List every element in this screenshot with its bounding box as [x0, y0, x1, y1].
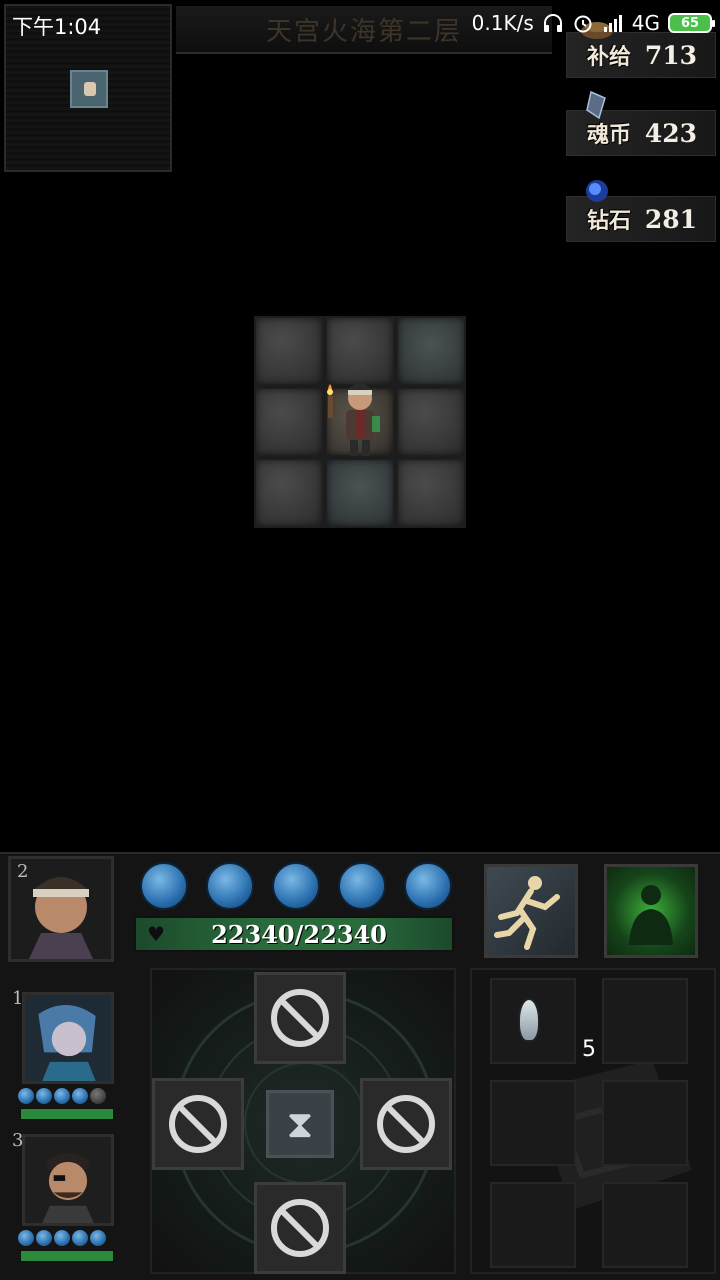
- resource-value: 281: [644, 204, 697, 234]
- energy-orb-icon: [36, 1088, 52, 1104]
- battery-icon: 65: [668, 13, 715, 33]
- flee-icon: [494, 876, 560, 950]
- minimap-current-room: [70, 70, 108, 108]
- inventory-slot[interactable]: [602, 978, 688, 1064]
- battery-level: 65: [680, 15, 700, 31]
- inventory-slot[interactable]: 5: [490, 978, 596, 1064]
- floor-tile[interactable]: [325, 458, 395, 528]
- floor-tile[interactable]: [254, 316, 324, 386]
- floor-tile[interactable]: [396, 458, 466, 528]
- party-face-icon: [25, 995, 111, 1081]
- wait-button[interactable]: ⧗: [266, 1090, 334, 1158]
- energy-orb-icon: [72, 1230, 88, 1246]
- inventory-panel: 5: [470, 968, 716, 1274]
- leader-portrait[interactable]: 2: [8, 856, 114, 962]
- floor-tile[interactable]: [254, 458, 324, 528]
- party-member-1[interactable]: 1: [8, 988, 132, 1120]
- signal-icon: [603, 15, 622, 32]
- network-type: 4G: [631, 11, 660, 35]
- inventory-slot[interactable]: [602, 1080, 688, 1166]
- pray-skill-button[interactable]: [604, 864, 698, 958]
- floor-tile[interactable]: [254, 387, 324, 457]
- energy-orbs: [140, 862, 452, 910]
- pray-icon: [629, 885, 673, 945]
- resource-label: 钻石: [587, 208, 632, 234]
- party-energy: [18, 1088, 106, 1104]
- flee-skill-button[interactable]: [484, 864, 578, 958]
- resource-diamond: 钻石 281: [566, 180, 716, 242]
- party-energy: [18, 1230, 106, 1246]
- status-time: 下午1:04: [12, 15, 102, 39]
- blocked-icon: [169, 1095, 227, 1153]
- party-hp-bar: [20, 1250, 114, 1262]
- floor-tile[interactable]: [396, 316, 466, 386]
- move-down-button[interactable]: [254, 1182, 346, 1274]
- heart-icon: ♥: [147, 922, 165, 946]
- alarm-icon: [574, 15, 592, 33]
- energy-orb-icon: [140, 862, 188, 910]
- status-indicators: 0.1K/s 4G 65: [471, 11, 715, 35]
- energy-orb-icon: [404, 862, 452, 910]
- blocked-icon: [377, 1095, 435, 1153]
- party-portrait[interactable]: [22, 992, 114, 1084]
- move-up-button[interactable]: [254, 972, 346, 1064]
- energy-orb-icon: [18, 1088, 34, 1104]
- diamond-icon: [586, 180, 608, 202]
- blocked-icon: [271, 1199, 329, 1257]
- leader-slot-number: 2: [17, 861, 29, 882]
- move-right-button[interactable]: [360, 1078, 452, 1170]
- item-count: 5: [582, 1037, 596, 1062]
- inventory-slot[interactable]: [602, 1182, 688, 1268]
- potion-bottle-icon: [518, 998, 540, 1042]
- minimap-hero-icon: [84, 82, 96, 96]
- hourglass-icon: ⧗: [286, 1101, 314, 1146]
- resource-soul-coin: 魂币 423: [566, 90, 716, 156]
- net-speed: 0.1K/s: [471, 11, 534, 35]
- soul-coin-icon: [586, 90, 606, 120]
- party-member-3[interactable]: 3: [8, 1130, 132, 1262]
- party-face-icon: [25, 1137, 111, 1223]
- resource-value: 423: [644, 118, 697, 148]
- blocked-icon: [271, 989, 329, 1047]
- floor-tile[interactable]: [396, 387, 466, 457]
- energy-orb-icon: [206, 862, 254, 910]
- headphones-icon: [543, 14, 562, 32]
- hero-sprite: [327, 383, 380, 456]
- inventory-slot[interactable]: [490, 1080, 576, 1166]
- leader-hp-text: 22340/22340: [211, 919, 387, 949]
- energy-orb-icon: [54, 1088, 70, 1104]
- leader-hp-bar: ♥ 22340/22340: [134, 916, 454, 952]
- energy-orb-icon: [338, 862, 386, 910]
- party-portrait[interactable]: [22, 1134, 114, 1226]
- move-left-button[interactable]: [152, 1078, 244, 1170]
- energy-orb-icon: [54, 1230, 70, 1246]
- inventory-slot[interactable]: [490, 1182, 576, 1268]
- energy-orb-icon: [72, 1088, 88, 1104]
- energy-orb-icon: [36, 1230, 52, 1246]
- energy-orb-icon: [18, 1230, 34, 1246]
- energy-orb-icon: [90, 1230, 106, 1246]
- party-hp-bar: [20, 1108, 114, 1120]
- energy-orb-icon: [272, 862, 320, 910]
- energy-orb-icon: [90, 1088, 106, 1104]
- status-bar: 下午1:04 0.1K/s 4G 65: [0, 0, 720, 50]
